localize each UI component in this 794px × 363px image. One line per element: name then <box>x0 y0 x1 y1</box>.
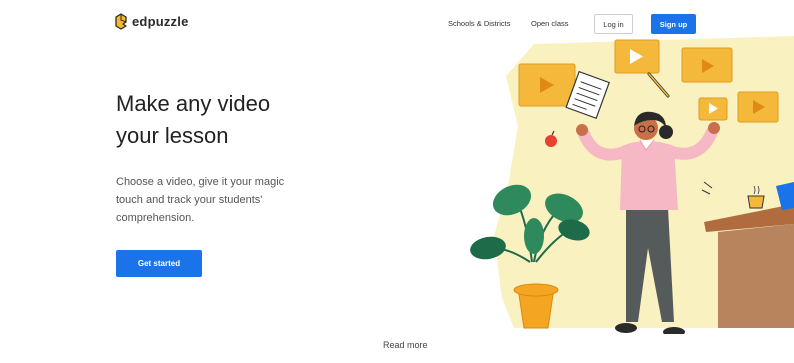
nav-link-schools-districts[interactable]: Schools & Districts <box>448 19 511 28</box>
hero-title: Make any video your lesson <box>116 88 336 152</box>
logo[interactable]: edpuzzle <box>114 13 189 30</box>
read-more-link[interactable]: Read more <box>383 340 428 350</box>
get-started-button[interactable]: Get started <box>116 250 202 277</box>
video-card-icon <box>614 39 660 74</box>
nav-link-open-class[interactable]: Open class <box>531 19 569 28</box>
hero-title-line-2: your lesson <box>116 123 229 148</box>
video-card-icon <box>698 97 728 121</box>
hero-description: Choose a video, give it your magic touch… <box>116 176 285 224</box>
puzzle-piece-icon <box>115 13 127 30</box>
login-button[interactable]: Log in <box>594 14 633 34</box>
video-card-icon <box>518 63 576 107</box>
hero-title-line-1: Make any video <box>116 91 271 116</box>
logo-text: edpuzzle <box>132 14 189 29</box>
signup-button[interactable]: Sign up <box>651 14 696 34</box>
hero-illustration <box>470 36 794 334</box>
video-card-icon <box>681 47 733 83</box>
video-card-icon <box>737 91 779 123</box>
